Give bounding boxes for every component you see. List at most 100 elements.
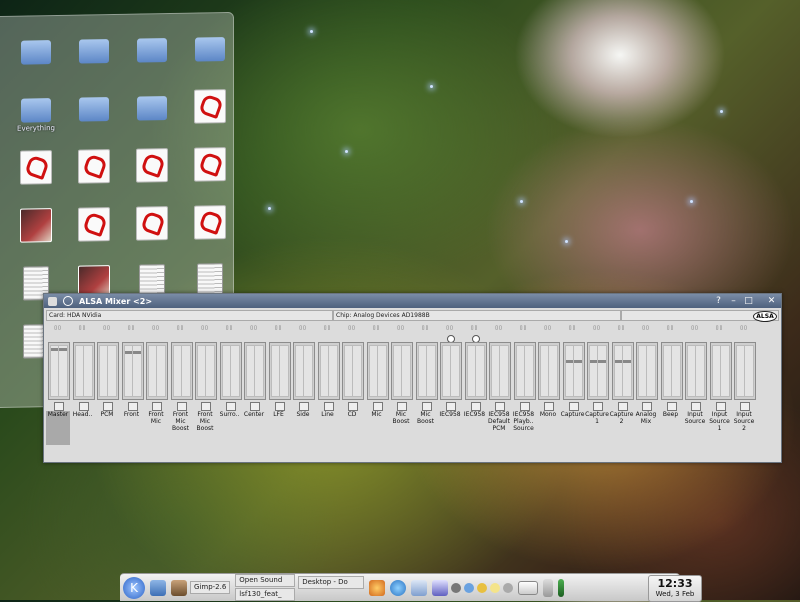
slider-track-right[interactable] <box>670 345 681 397</box>
file-manager-icon[interactable] <box>411 579 428 596</box>
channel-lock-icon[interactable]: ▯▯ <box>173 325 189 331</box>
slider-track-right[interactable] <box>621 345 632 397</box>
mixer-channel[interactable]: ▯▯ Front <box>120 325 145 445</box>
info-tray-icon[interactable] <box>503 582 514 593</box>
mixer-channel[interactable]: ▯▯ Line <box>316 325 341 445</box>
channel-lock-icon[interactable]: ▯▯ <box>344 325 360 331</box>
mixer-channel[interactable]: ▯▯ PCM <box>95 325 120 445</box>
channel-lock-icon[interactable]: ▯▯ <box>369 325 385 331</box>
volume-slider[interactable] <box>244 342 266 400</box>
mute-toggle[interactable] <box>715 402 726 411</box>
mixer-channel[interactable]: ▯▯ Capture 1 <box>585 325 610 445</box>
slider-track-right[interactable] <box>401 345 411 397</box>
slider-track-right[interactable] <box>131 345 142 397</box>
channel-lock-icon[interactable]: ▯▯ <box>271 325 287 331</box>
mute-toggle[interactable] <box>691 402 701 411</box>
channel-lock-icon[interactable]: ▯▯ <box>467 325 483 331</box>
slider-track-right[interactable] <box>205 345 215 397</box>
browser-icon[interactable] <box>390 579 407 596</box>
mixer-channel[interactable]: ▯▯ Head.. <box>71 325 96 445</box>
mute-toggle[interactable] <box>348 402 358 411</box>
mixer-channel[interactable]: ▯▯ Front Mic Boost <box>169 325 194 445</box>
volume-slider[interactable] <box>293 342 315 400</box>
mixer-channel[interactable]: ▯▯ Surro.. <box>218 325 243 445</box>
mute-toggle[interactable] <box>666 402 677 411</box>
mute-toggle[interactable] <box>421 402 432 411</box>
pdf-icon[interactable] <box>181 205 239 258</box>
text-editor-icon[interactable] <box>432 579 449 596</box>
mixer-channel[interactable]: ▯▯ Front Mic <box>144 325 169 445</box>
slider-track-right[interactable] <box>572 345 583 397</box>
volume-slider[interactable] <box>268 342 291 400</box>
volume-slider[interactable] <box>146 342 168 400</box>
mixer-channel[interactable]: ▯▯ IEC958 Default PCM <box>487 325 512 445</box>
updates-tray-icon[interactable] <box>477 582 488 593</box>
mute-toggle[interactable] <box>446 402 456 411</box>
mute-toggle[interactable] <box>176 402 187 411</box>
channel-lock-icon[interactable]: ▯▯ <box>687 325 703 331</box>
show-desktop-icon[interactable] <box>150 579 166 596</box>
volume-slider[interactable] <box>415 342 438 400</box>
channel-lock-icon[interactable]: ▯▯ <box>124 325 140 331</box>
battery-icon[interactable] <box>558 578 565 597</box>
slider-track-right[interactable] <box>474 345 485 397</box>
slider-track-right[interactable] <box>58 345 68 397</box>
mixer-channel[interactable]: ▯▯ IEC958 Playb.. Source <box>512 325 537 445</box>
task-lsf130[interactable]: lsf130_feat_ <box>235 588 296 601</box>
channel-lock-icon[interactable]: ▯▯ <box>565 325 581 331</box>
channel-lock-icon[interactable]: ▯▯ <box>50 325 66 331</box>
volume-slider[interactable] <box>538 342 560 400</box>
task-open-sound[interactable]: Open Sound <box>235 574 296 587</box>
volume-slider[interactable] <box>489 342 511 400</box>
slider-track-right[interactable] <box>719 345 730 397</box>
channel-lock-icon[interactable]: ▯▯ <box>638 325 654 331</box>
slider-track-right[interactable] <box>107 345 117 397</box>
slider-track-right[interactable] <box>352 345 362 397</box>
mixer-channel[interactable]: ▯▯ Input Source 2 <box>732 325 757 445</box>
mixer-channel[interactable]: ▯▯ Input Source <box>683 325 708 445</box>
mixer-channel[interactable]: ▯▯ LFE <box>267 325 292 445</box>
slider-knob[interactable] <box>622 360 631 363</box>
volume-slider[interactable] <box>734 342 756 400</box>
slider-knob[interactable] <box>573 360 582 363</box>
slider-track-right[interactable] <box>744 345 754 397</box>
slider-track-right[interactable] <box>254 345 264 397</box>
mute-toggle[interactable] <box>495 402 505 411</box>
mute-toggle[interactable] <box>642 402 652 411</box>
slider-track-right[interactable] <box>425 345 436 397</box>
mixer-channel[interactable]: ▯▯ Front Mic Boost <box>193 325 218 445</box>
volume-slider[interactable] <box>660 342 683 400</box>
channel-lock-icon[interactable]: ▯▯ <box>418 325 434 331</box>
volume-slider[interactable] <box>170 342 193 400</box>
mute-toggle[interactable] <box>78 402 89 411</box>
channel-lock-icon[interactable]: ▯▯ <box>393 325 409 331</box>
mixer-channel[interactable]: ▯▯ Mic Boost <box>389 325 414 445</box>
volume-slider[interactable] <box>317 342 340 400</box>
mixer-channel[interactable]: ▯▯ Mono <box>536 325 561 445</box>
slider-track-right[interactable] <box>278 345 289 397</box>
mixer-channel[interactable]: ▯▯ IEC958 <box>463 325 488 445</box>
pdf-icon[interactable] <box>123 206 181 259</box>
slider-knob[interactable] <box>59 348 67 351</box>
trash-icon[interactable] <box>543 578 554 597</box>
pdf-icon[interactable] <box>181 147 239 200</box>
channel-lock-icon[interactable]: ▯▯ <box>197 325 213 331</box>
close-icon[interactable]: ✕ <box>766 296 777 306</box>
folder-icon[interactable] <box>7 34 65 83</box>
mixer-channel[interactable]: ▯▯ Analog Mix <box>634 325 659 445</box>
pdf-icon[interactable] <box>65 149 123 202</box>
channel-lock-icon[interactable]: ▯▯ <box>246 325 262 331</box>
app-menu-icon[interactable] <box>48 296 57 306</box>
mail-icon[interactable] <box>518 580 539 595</box>
slider-track-right[interactable] <box>82 345 93 397</box>
volume-slider[interactable] <box>611 342 634 400</box>
volume-slider[interactable] <box>685 342 707 400</box>
mixer-channel[interactable]: ▯▯ Capture <box>561 325 586 445</box>
mute-toggle[interactable] <box>103 402 113 411</box>
volume-slider[interactable] <box>366 342 389 400</box>
mute-toggle[interactable] <box>470 402 481 411</box>
mute-toggle[interactable] <box>544 402 554 411</box>
title-bar[interactable]: ALSA Mixer <2> ? – □ ✕ <box>44 294 781 308</box>
clock[interactable]: 12:33 Wed, 3 Feb <box>648 575 702 602</box>
help-icon[interactable]: ? <box>713 296 724 306</box>
